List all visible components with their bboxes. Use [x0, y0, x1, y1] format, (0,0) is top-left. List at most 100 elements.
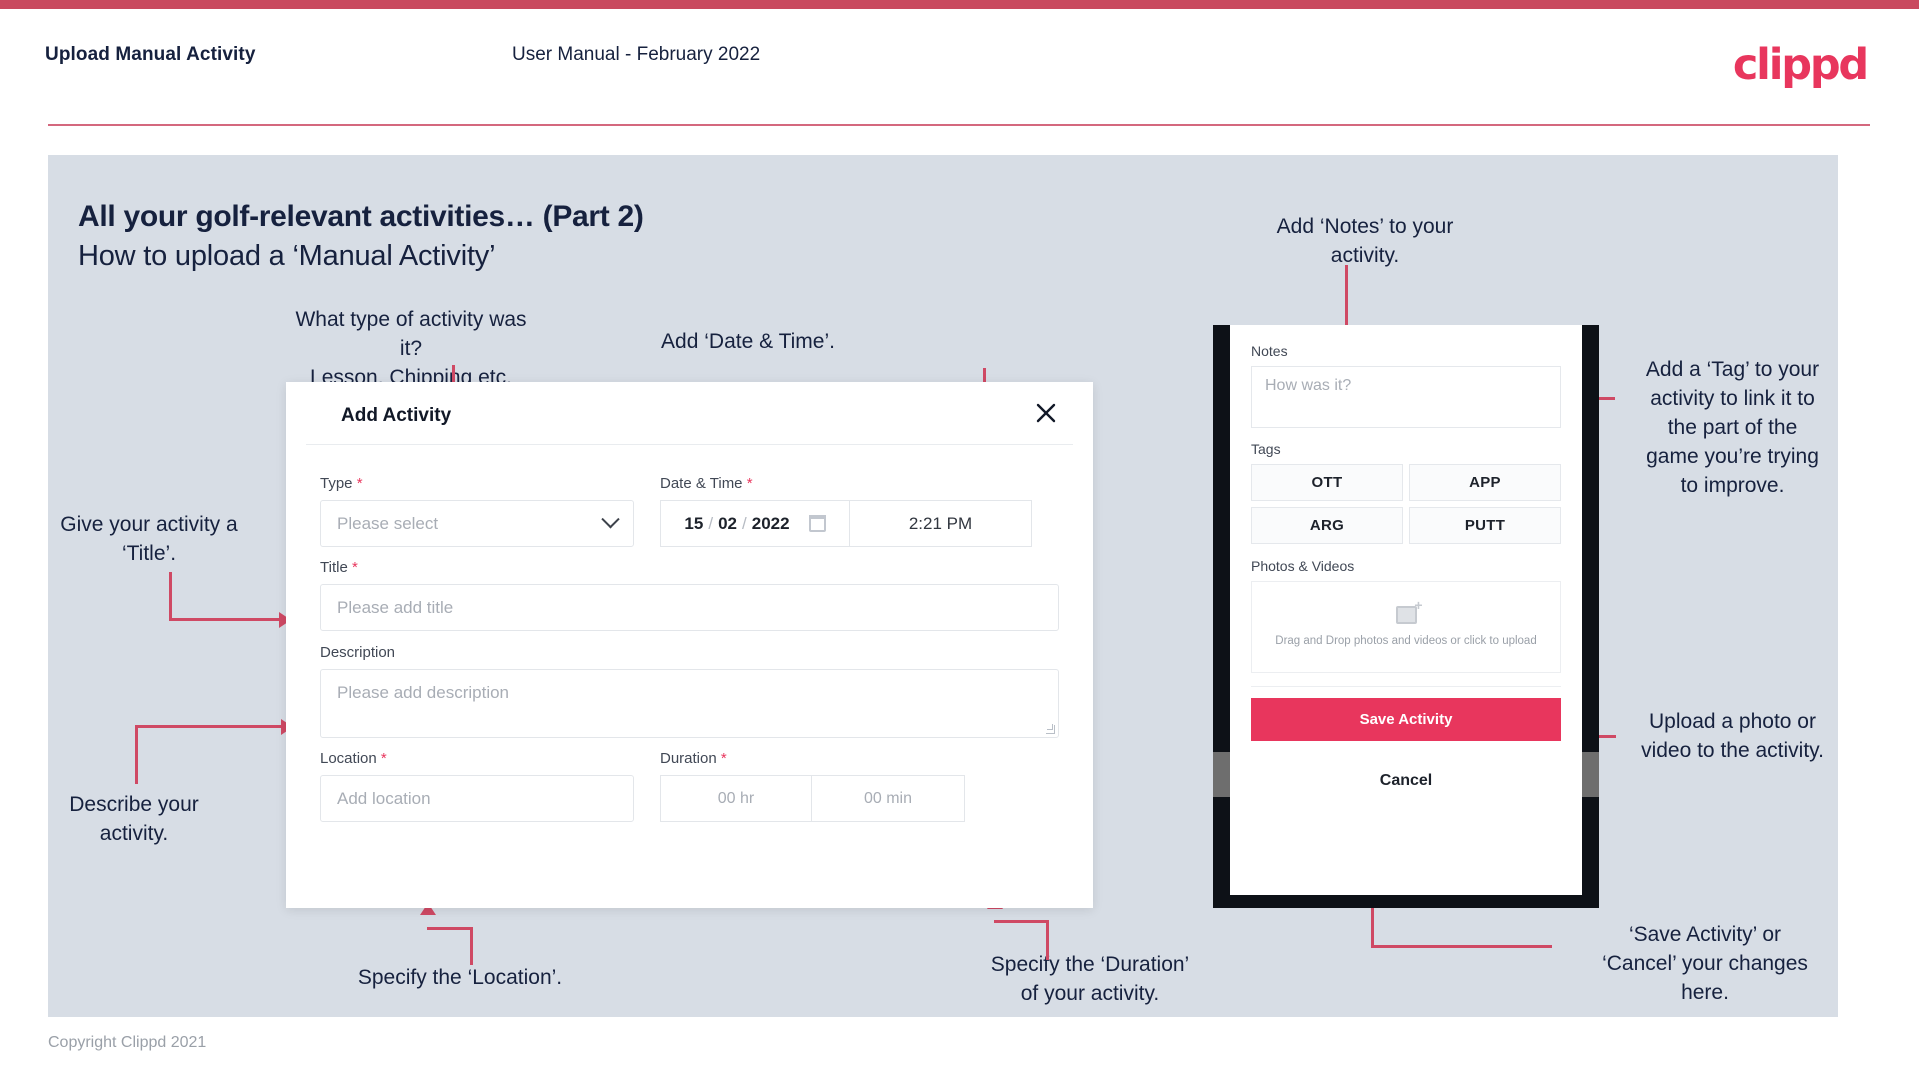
- duration-minutes-input[interactable]: 00 min: [812, 775, 965, 822]
- datetime-required: *: [746, 475, 753, 492]
- calendar-icon[interactable]: [808, 515, 826, 532]
- annotation-save: ‘Save Activity’ or ‘Cancel’ your changes…: [1602, 923, 1808, 1004]
- tags-label: Tags: [1251, 441, 1281, 457]
- title-required: *: [351, 559, 358, 576]
- notes-label: Notes: [1251, 343, 1288, 359]
- annotation-datetime: Add ‘Date & Time’.: [661, 330, 835, 353]
- date-sep-1: /: [708, 513, 714, 533]
- connector-loc-v: [470, 927, 473, 965]
- header-divider: [48, 124, 1870, 126]
- description-field-group: Description Please add description: [320, 644, 1059, 738]
- date-sep-2: /: [742, 513, 747, 533]
- tag-ott[interactable]: OTT: [1251, 464, 1403, 501]
- page-title: Upload Manual Activity: [45, 44, 256, 65]
- save-activity-button[interactable]: Save Activity: [1251, 698, 1561, 741]
- datetime-field-group: Date & Time * 15 / 02 / 2022 2:21 PM: [660, 475, 1032, 547]
- location-required: *: [380, 750, 387, 767]
- annotation-type: What type of activity was it? Lesson, Ch…: [295, 308, 527, 389]
- slide-subheading: How to upload a ‘Manual Activity’: [78, 240, 496, 272]
- connector-dur-v: [1046, 920, 1049, 960]
- duration-label-text: Duration: [660, 750, 717, 767]
- duration-hours-input[interactable]: 00 hr: [660, 775, 812, 822]
- phone-bezel-right-accent: [1582, 752, 1599, 797]
- annotation-location: Specify the ‘Location’.: [357, 966, 563, 989]
- connector-loc-h: [427, 927, 473, 930]
- tag-app[interactable]: APP: [1409, 464, 1561, 501]
- tag-arg[interactable]: ARG: [1251, 507, 1403, 544]
- dialog-divider: [306, 444, 1073, 445]
- phone-bezel-right: [1582, 325, 1599, 908]
- type-field-group: Type * Please select: [320, 475, 634, 547]
- location-label-text: Location: [320, 750, 377, 767]
- add-activity-dialog: Add Activity Type * Please select Date &…: [286, 382, 1093, 908]
- location-label: Location *: [320, 750, 634, 767]
- tags-grid: OTT APP ARG PUTT: [1251, 464, 1561, 544]
- close-icon[interactable]: [1029, 396, 1063, 430]
- datetime-inputs: 15 / 02 / 2022 2:21 PM: [660, 500, 1032, 547]
- top-accent-bar: [0, 0, 1919, 9]
- phone-bezel-left-accent: [1213, 752, 1230, 797]
- slide-heading: All your golf-relevant activities… (Part…: [78, 200, 644, 233]
- type-required: *: [356, 475, 363, 492]
- annotation-description: Describe your activity.: [69, 793, 199, 845]
- add-image-icon: [1395, 597, 1423, 624]
- phone-divider: [1251, 686, 1561, 687]
- title-label: Title *: [320, 559, 1059, 576]
- page-subtitle: User Manual - February 2022: [512, 44, 761, 65]
- photo-dropzone[interactable]: Drag and Drop photos and videos or click…: [1251, 581, 1561, 673]
- title-label-text: Title: [320, 559, 348, 576]
- annotation-upload: Upload a photo or video to the activity.: [1641, 710, 1824, 762]
- annotation-tags: Add a ‘Tag’ to your activity to link it …: [1645, 358, 1820, 497]
- annotation-title: Give your activity a ‘Title’.: [60, 513, 238, 565]
- notes-input[interactable]: How was it?: [1251, 366, 1561, 428]
- clippd-logo: clippd: [1732, 40, 1869, 90]
- type-select[interactable]: Please select: [320, 500, 634, 547]
- annotation-notes: Add ‘Notes’ to your activity.: [1276, 215, 1454, 267]
- connector-save-h: [1374, 945, 1552, 948]
- date-day: 15: [684, 513, 704, 533]
- phone-mockup: Notes How was it? Tags OTT APP ARG PUTT …: [1213, 325, 1599, 908]
- duration-label: Duration *: [660, 750, 965, 767]
- phone-bezel-left: [1213, 325, 1230, 908]
- connector-desc-v: [135, 727, 138, 784]
- duration-required: *: [720, 750, 727, 767]
- description-label: Description: [320, 644, 1059, 661]
- title-input[interactable]: Please add title: [320, 584, 1059, 631]
- dialog-header: Add Activity: [286, 382, 1093, 445]
- dialog-title: Add Activity: [341, 405, 452, 426]
- location-placeholder: Add location: [337, 788, 431, 808]
- datetime-label: Date & Time *: [660, 475, 1032, 492]
- date-year: 2022: [751, 513, 790, 533]
- phone-screen: Notes How was it? Tags OTT APP ARG PUTT …: [1230, 325, 1582, 895]
- connector-title-v: [169, 572, 172, 620]
- dropzone-text: Drag and Drop photos and videos or click…: [1275, 634, 1537, 647]
- connector-title-h: [169, 618, 281, 621]
- type-select-value: Please select: [337, 513, 439, 533]
- title-field-group: Title * Please add title: [320, 559, 1059, 631]
- chevron-down-icon: [601, 510, 620, 529]
- datetime-label-text: Date & Time: [660, 475, 743, 492]
- location-input[interactable]: Add location: [320, 775, 634, 822]
- date-input[interactable]: 15 / 02 / 2022: [660, 500, 850, 547]
- title-placeholder: Please add title: [337, 597, 454, 617]
- photos-videos-label: Photos & Videos: [1251, 558, 1355, 574]
- time-input[interactable]: 2:21 PM: [850, 500, 1032, 547]
- type-label-text: Type: [320, 475, 353, 492]
- description-placeholder: Please add description: [337, 683, 510, 702]
- connector-dur-h: [994, 920, 1049, 923]
- cancel-button[interactable]: Cancel: [1251, 761, 1561, 801]
- slide-page: Upload Manual Activity User Manual - Feb…: [0, 0, 1919, 1079]
- description-label-text: Description: [320, 644, 396, 661]
- location-field-group: Location * Add location: [320, 750, 634, 822]
- type-label: Type *: [320, 475, 634, 492]
- annotation-duration: Specify the ‘Duration’ of your activity.: [990, 953, 1190, 1005]
- duration-inputs: 00 hr 00 min: [660, 775, 965, 822]
- description-input[interactable]: Please add description: [320, 669, 1059, 738]
- connector-desc-h: [135, 725, 283, 728]
- resize-handle-icon[interactable]: [1046, 724, 1055, 734]
- tag-putt[interactable]: PUTT: [1409, 507, 1561, 544]
- date-month: 02: [718, 513, 737, 533]
- close-x-glyph: [1036, 403, 1056, 423]
- duration-field-group: Duration * 00 hr 00 min: [660, 750, 965, 822]
- footer-copyright: Copyright Clippd 2021: [48, 1034, 207, 1051]
